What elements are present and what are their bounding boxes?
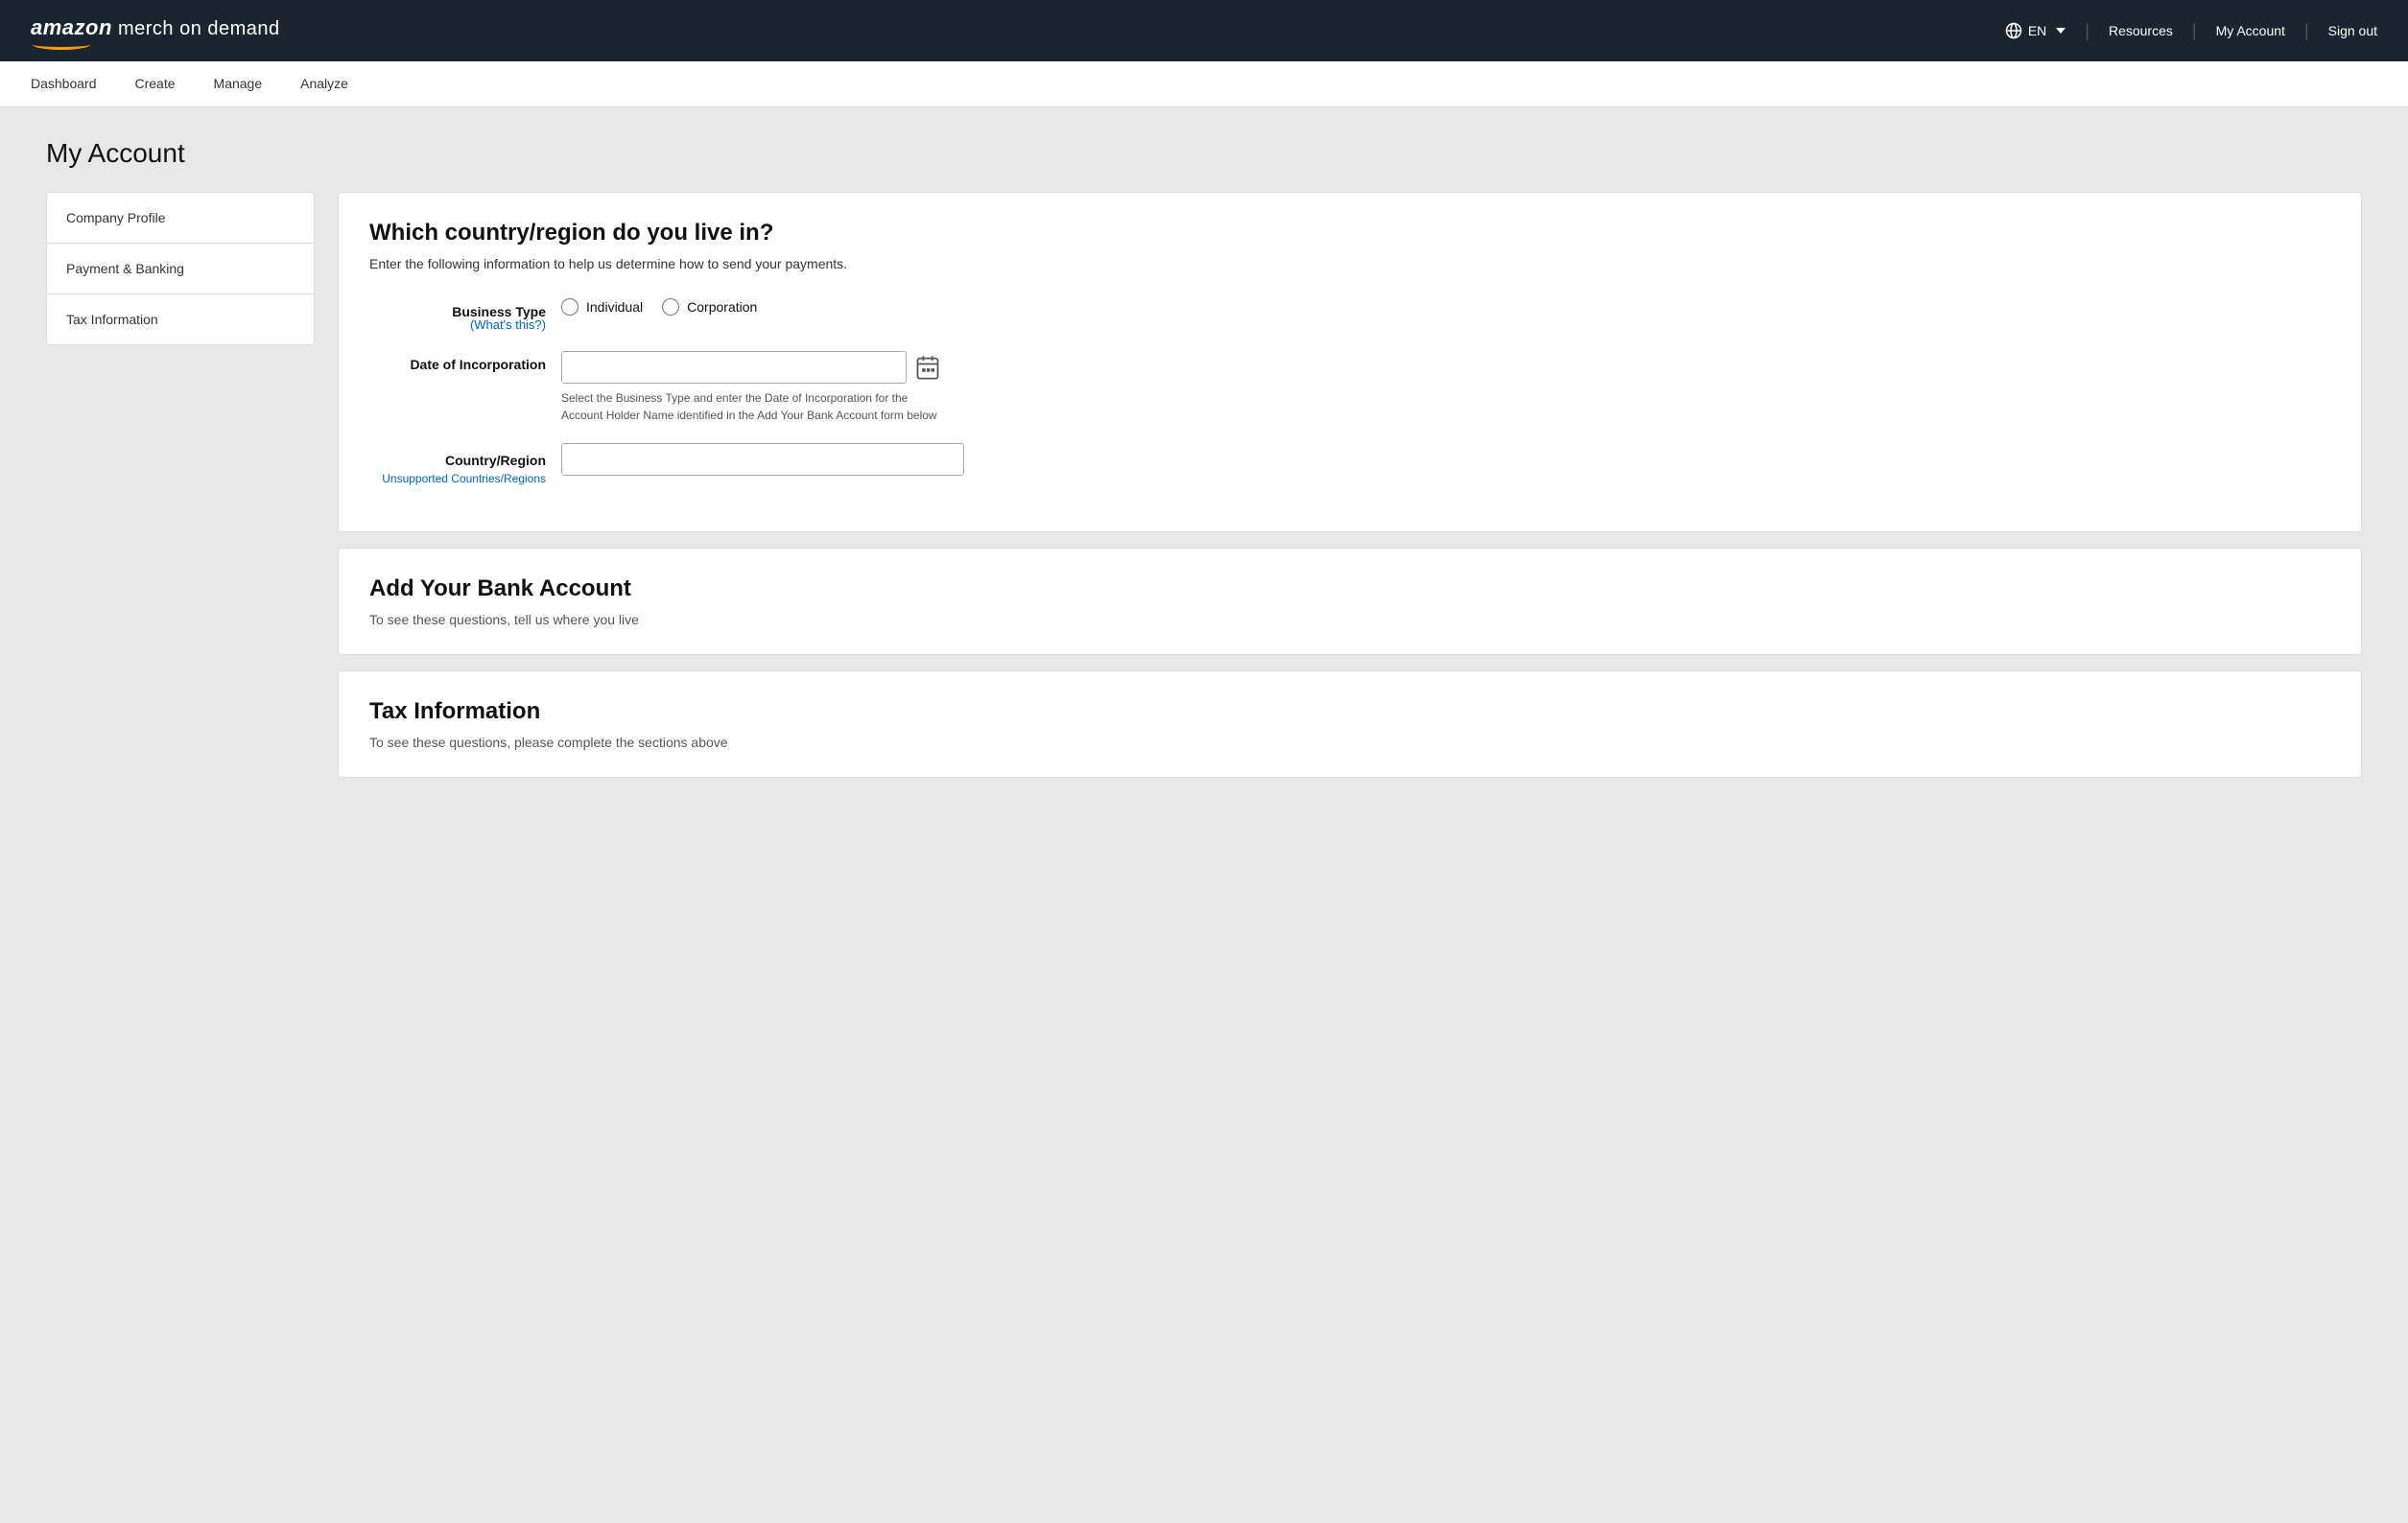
whats-this-link[interactable]: (What's this?) [470, 317, 546, 332]
sidebar: Company Profile Payment & Banking Tax In… [46, 192, 315, 345]
logo-rest: merch on demand [112, 18, 280, 39]
date-row: Date of Incorporation [369, 351, 2330, 424]
language-selector[interactable]: EN [2005, 22, 2066, 39]
sidebar-item-company-profile[interactable]: Company Profile [47, 193, 314, 244]
country-panel-subtitle: Enter the following information to help … [369, 256, 2330, 271]
individual-label: Individual [586, 299, 643, 315]
page-title: My Account [46, 138, 2362, 169]
globe-icon [2005, 22, 2022, 39]
chevron-down-icon [2056, 28, 2066, 34]
divider-3: | [2304, 21, 2309, 41]
date-input-wrapper [561, 351, 2330, 384]
nav-analyze[interactable]: Analyze [300, 62, 348, 106]
logo-text: amazon merch on demand [31, 15, 280, 46]
unsupported-link[interactable]: Unsupported Countries/Regions [382, 472, 546, 485]
lang-code: EN [2028, 23, 2046, 38]
amazon-text: amazon [31, 15, 112, 46]
radio-group: Individual Corporation [561, 294, 2330, 316]
sidebar-item-payment-banking[interactable]: Payment & Banking [47, 244, 314, 294]
corporation-radio[interactable] [662, 298, 679, 316]
country-row: Country/Region Unsupported Countries/Reg… [369, 443, 2330, 485]
sidebar-item-tax-information[interactable]: Tax Information [47, 294, 314, 344]
resources-link[interactable]: Resources [2109, 23, 2173, 38]
date-field: Select the Business Type and enter the D… [561, 351, 2330, 424]
corporation-option[interactable]: Corporation [662, 298, 757, 316]
tax-panel-title: Tax Information [369, 698, 2330, 725]
divider-2: | [2192, 21, 2197, 41]
tax-panel: Tax Information To see these questions, … [338, 670, 2362, 778]
date-input[interactable] [561, 351, 907, 384]
bank-panel-info: To see these questions, tell us where yo… [369, 612, 2330, 627]
content-layout: Company Profile Payment & Banking Tax In… [46, 192, 2362, 778]
header-nav-right: EN | Resources | My Account | Sign out [2005, 21, 2377, 41]
country-panel: Which country/region do you live in? Ent… [338, 192, 2362, 532]
individual-radio[interactable] [561, 298, 578, 316]
individual-option[interactable]: Individual [561, 298, 643, 316]
sign-out-link[interactable]: Sign out [2328, 23, 2377, 38]
business-type-row: Business Type (What's this?) Individual … [369, 294, 2330, 332]
my-account-link[interactable]: My Account [2216, 23, 2285, 38]
panels: Which country/region do you live in? Ent… [338, 192, 2362, 778]
divider-1: | [2085, 21, 2089, 41]
business-type-field: Individual Corporation [561, 294, 2330, 316]
tax-panel-info: To see these questions, please complete … [369, 735, 2330, 750]
country-input[interactable] [561, 443, 964, 476]
header: amazon merch on demand EN | Resources | … [0, 0, 2408, 61]
nav-dashboard[interactable]: Dashboard [31, 62, 97, 106]
country-field [561, 443, 2330, 476]
calendar-icon[interactable] [914, 354, 941, 381]
logo: amazon merch on demand [31, 15, 280, 46]
business-type-label: Business Type [452, 298, 546, 319]
main-content: My Account Company Profile Payment & Ban… [0, 107, 2408, 808]
bank-panel-title: Add Your Bank Account [369, 575, 2330, 602]
corporation-label: Corporation [687, 299, 757, 315]
date-label: Date of Incorporation [369, 351, 561, 372]
bank-panel: Add Your Bank Account To see these quest… [338, 548, 2362, 655]
date-hint: Select the Business Type and enter the D… [561, 389, 945, 424]
nav-create[interactable]: Create [135, 62, 176, 106]
nav-manage[interactable]: Manage [214, 62, 263, 106]
top-nav: Dashboard Create Manage Analyze [0, 61, 2408, 107]
country-label: Country/Region [445, 447, 546, 468]
country-panel-title: Which country/region do you live in? [369, 220, 2330, 246]
